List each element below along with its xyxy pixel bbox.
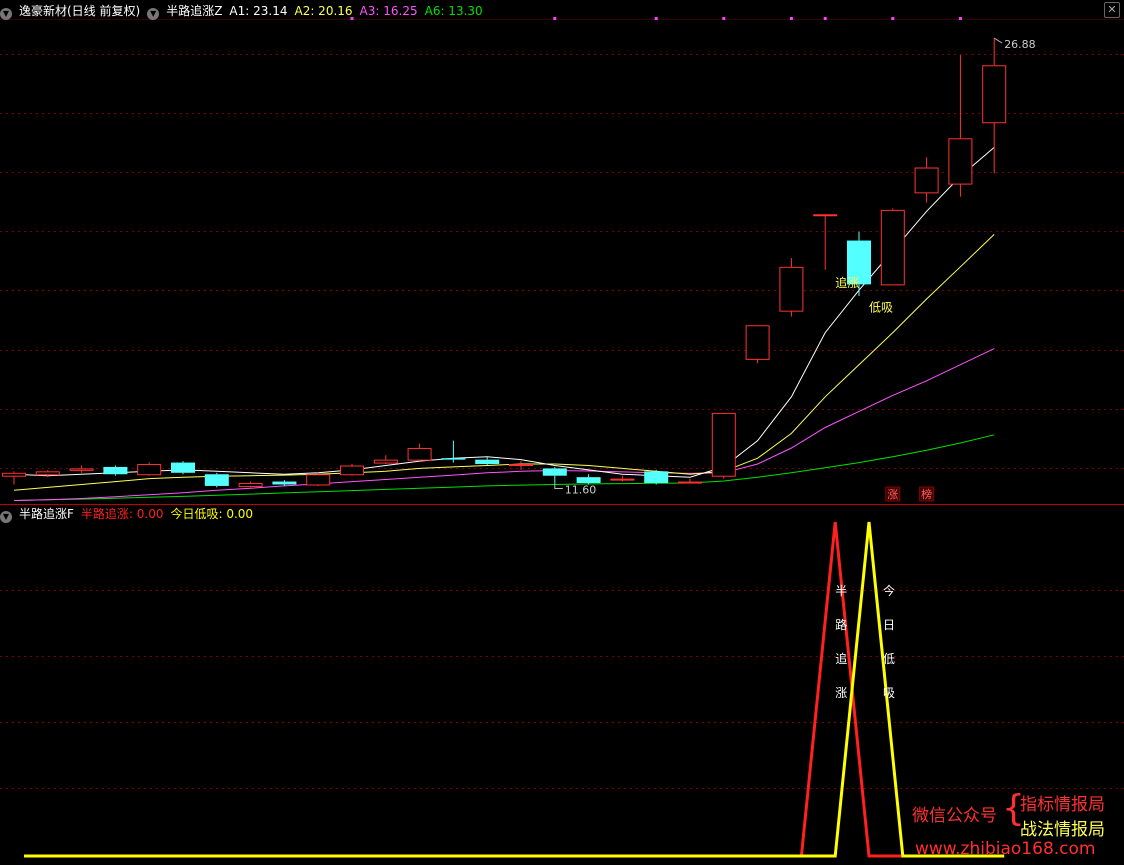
candle-body-up <box>678 481 702 484</box>
min-pointer <box>554 484 563 489</box>
candle-body-up <box>238 483 263 487</box>
candle-body-up <box>137 464 162 476</box>
ma3-value: A3: 16.25 <box>359 4 418 18</box>
chase-vertical-char: 路 <box>835 617 847 632</box>
candle-body-up <box>745 325 770 360</box>
candle-body-down <box>644 471 669 484</box>
main-chart-header: ▼ 逸豪新材(日线 前复权) ▼ 半路追涨Z A1: 23.14 A2: 20.16 A3:… <box>0 2 490 20</box>
watermark-channel-1: 指标情报局 <box>1020 795 1105 815</box>
candle-body-down <box>103 466 128 475</box>
sub-indicator-name[interactable]: 半路追涨F <box>19 507 74 521</box>
signal-line-1 <box>24 521 1005 858</box>
candle-body-up <box>306 474 331 486</box>
candle-body-down <box>272 481 297 485</box>
close-icon[interactable]: ✕ <box>1104 2 1120 18</box>
candle-body-up <box>509 464 533 467</box>
dip-vertical-char: 日 <box>883 618 895 632</box>
signal-line-0 <box>24 521 1005 858</box>
chase-vertical-char: 半 <box>835 584 847 598</box>
stock-title: 逸豪新材(日线 前复权) <box>19 4 141 18</box>
ma1-value: A1: 23.14 <box>229 4 288 18</box>
candle-body-up <box>610 478 635 481</box>
ma2-value: A2: 20.16 <box>294 4 353 18</box>
candle-body-up <box>948 138 973 185</box>
chase-value: 半路追涨: 0.00 <box>80 507 164 521</box>
collapse-icon[interactable]: ▼ <box>0 8 12 20</box>
signal-dot <box>654 17 658 20</box>
candle-body-up <box>35 471 60 476</box>
candle-body-up <box>407 447 432 461</box>
candle-body-down <box>171 462 195 473</box>
candle-body-up <box>340 465 364 476</box>
candle-body-up <box>880 209 905 286</box>
watermark-url: www.zhibiao168.com <box>915 839 1096 859</box>
candle-body-down <box>576 477 601 484</box>
dip-value: 今日低吸: 0.00 <box>170 507 254 521</box>
candle-body-up <box>373 459 398 464</box>
sub-chart-header: ▼ 半路追涨F 半路追涨: 0.00 今日低吸: 0.00 <box>0 505 260 523</box>
ma1-line <box>13 147 995 478</box>
dip-vertical-char: 今 <box>883 583 895 598</box>
candle-body-up <box>711 412 736 477</box>
candle-body-up <box>982 65 1007 124</box>
watermark-channel-2: 战法情报局 <box>1020 820 1105 840</box>
candle-body-down <box>441 458 466 460</box>
candle-body-up <box>779 266 804 312</box>
candle-body-up <box>813 214 838 217</box>
chase-signal-label: 追涨 <box>835 275 859 290</box>
candle-body-up <box>2 472 26 477</box>
max-price-label: 26.88 <box>1004 38 1035 51</box>
candle-body-up <box>914 167 939 194</box>
signal-dot <box>891 17 895 20</box>
chase-vertical-char: 涨 <box>835 685 847 700</box>
dip-vertical-char: 低 <box>883 652 895 666</box>
indicator-name[interactable]: 半路追涨Z <box>166 4 222 18</box>
dip-signal-label: 低吸 <box>869 301 893 315</box>
candle-body-down <box>542 468 567 476</box>
min-price-label: 11.60 <box>565 483 597 496</box>
signal-dot <box>789 17 793 20</box>
candle-body-down <box>475 459 500 465</box>
rank-badge: 榜 <box>921 487 932 501</box>
sub-indicator-menu-icon[interactable]: ▼ <box>0 511 12 523</box>
dip-vertical-char: 吸 <box>883 686 895 700</box>
candle-body-up <box>69 468 94 471</box>
candle-body-down <box>204 474 229 486</box>
max-pointer <box>993 37 1003 44</box>
watermark-wechat: 微信公众号 <box>912 806 997 826</box>
signal-dot <box>823 17 827 20</box>
signal-dot <box>553 17 557 20</box>
chase-vertical-char: 追 <box>835 651 847 666</box>
indicator-menu-icon[interactable]: ▼ <box>147 8 160 20</box>
signal-dot <box>958 17 962 20</box>
ma6-value: A6: 13.30 <box>424 4 483 18</box>
chart-canvas: 26.8811.60追涨低吸涨 榜半路追涨今日低吸 <box>0 17 1124 858</box>
signal-dot <box>722 17 726 20</box>
limit-up-badge: 涨 <box>887 488 898 501</box>
